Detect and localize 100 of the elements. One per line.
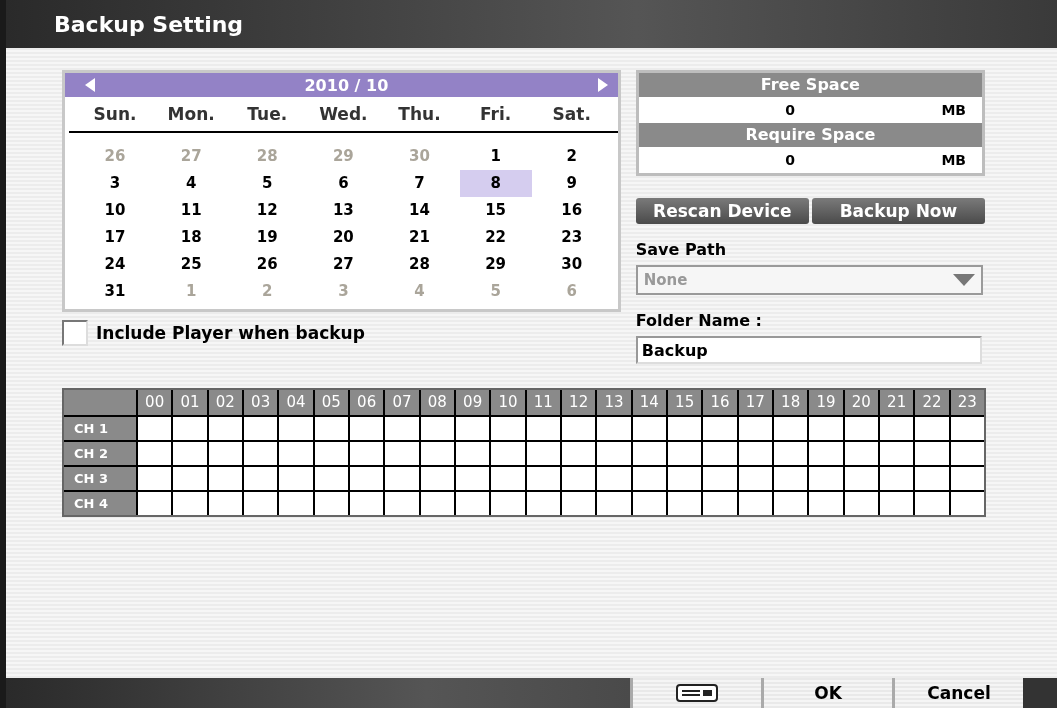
schedule-cell[interactable] xyxy=(208,467,242,490)
schedule-cell[interactable] xyxy=(526,467,560,490)
schedule-cell[interactable] xyxy=(314,417,348,440)
schedule-cell[interactable] xyxy=(420,492,454,515)
footer-button[interactable]: OK xyxy=(761,678,892,708)
schedule-cell[interactable] xyxy=(632,417,666,440)
previous-month-icon[interactable] xyxy=(85,78,95,92)
schedule-cell[interactable] xyxy=(668,442,702,465)
schedule-cell[interactable] xyxy=(809,417,843,440)
schedule-cell[interactable] xyxy=(385,492,419,515)
schedule-cell[interactable] xyxy=(279,467,313,490)
calendar-day[interactable]: 17 xyxy=(79,224,152,251)
schedule-cell[interactable] xyxy=(844,492,878,515)
schedule-cell[interactable] xyxy=(350,467,384,490)
calendar-day[interactable]: 5 xyxy=(231,170,304,197)
schedule-cell[interactable] xyxy=(244,492,278,515)
schedule-cell[interactable] xyxy=(844,442,878,465)
schedule-cell[interactable] xyxy=(208,492,242,515)
calendar-day[interactable]: 8 xyxy=(459,170,532,197)
schedule-cell[interactable] xyxy=(632,442,666,465)
schedule-cell[interactable] xyxy=(703,417,737,440)
schedule-cell[interactable] xyxy=(844,417,878,440)
schedule-cell[interactable] xyxy=(703,492,737,515)
schedule-cell[interactable] xyxy=(138,492,172,515)
schedule-cell[interactable] xyxy=(244,442,278,465)
schedule-cell[interactable] xyxy=(562,467,596,490)
calendar-day[interactable]: 31 xyxy=(79,278,152,305)
calendar-day[interactable]: 24 xyxy=(79,251,152,278)
schedule-cell[interactable] xyxy=(562,442,596,465)
schedule-cell[interactable] xyxy=(385,442,419,465)
calendar-day[interactable]: 30 xyxy=(535,251,608,278)
schedule-cell[interactable] xyxy=(809,442,843,465)
schedule-cell[interactable] xyxy=(774,417,808,440)
calendar-day[interactable]: 6 xyxy=(307,170,380,197)
schedule-cell[interactable] xyxy=(915,442,949,465)
schedule-cell[interactable] xyxy=(491,442,525,465)
schedule-cell[interactable] xyxy=(668,492,702,515)
schedule-cell[interactable] xyxy=(774,467,808,490)
schedule-cell[interactable] xyxy=(880,492,914,515)
schedule-cell[interactable] xyxy=(385,467,419,490)
next-month-icon[interactable] xyxy=(597,78,608,92)
calendar-day[interactable]: 11 xyxy=(155,197,228,224)
schedule-cell[interactable] xyxy=(491,467,525,490)
calendar-day[interactable]: 16 xyxy=(535,197,608,224)
schedule-cell[interactable] xyxy=(597,467,631,490)
schedule-cell[interactable] xyxy=(915,467,949,490)
calendar-day[interactable]: 23 xyxy=(535,224,608,251)
schedule-cell[interactable] xyxy=(456,467,490,490)
schedule-cell[interactable] xyxy=(385,417,419,440)
schedule-cell[interactable] xyxy=(138,442,172,465)
schedule-cell[interactable] xyxy=(950,467,984,490)
calendar-day[interactable]: 25 xyxy=(155,251,228,278)
schedule-cell[interactable] xyxy=(279,442,313,465)
schedule-cell[interactable] xyxy=(774,442,808,465)
schedule-cell[interactable] xyxy=(880,467,914,490)
calendar-day[interactable]: 19 xyxy=(231,224,304,251)
checkbox[interactable] xyxy=(62,320,88,346)
schedule-cell[interactable] xyxy=(562,492,596,515)
schedule-cell[interactable] xyxy=(491,417,525,440)
schedule-cell[interactable] xyxy=(703,442,737,465)
schedule-cell[interactable] xyxy=(809,467,843,490)
schedule-cell[interactable] xyxy=(562,417,596,440)
schedule-cell[interactable] xyxy=(738,467,772,490)
schedule-cell[interactable] xyxy=(950,492,984,515)
calendar-day[interactable]: 9 xyxy=(535,170,608,197)
schedule-cell[interactable] xyxy=(456,442,490,465)
calendar-day[interactable]: 15 xyxy=(459,197,532,224)
calendar-day[interactable]: 28 xyxy=(383,251,456,278)
calendar-day[interactable]: 13 xyxy=(307,197,380,224)
calendar-day[interactable]: 12 xyxy=(231,197,304,224)
schedule-cell[interactable] xyxy=(208,442,242,465)
schedule-cell[interactable] xyxy=(208,417,242,440)
schedule-cell[interactable] xyxy=(597,417,631,440)
calendar-day[interactable]: 4 xyxy=(155,170,228,197)
calendar-day[interactable]: 1 xyxy=(459,143,532,170)
schedule-cell[interactable] xyxy=(738,442,772,465)
schedule-cell[interactable] xyxy=(244,467,278,490)
calendar-day[interactable]: 18 xyxy=(155,224,228,251)
schedule-cell[interactable] xyxy=(173,417,207,440)
schedule-cell[interactable] xyxy=(420,467,454,490)
schedule-cell[interactable] xyxy=(915,417,949,440)
keyboard-button[interactable] xyxy=(630,678,761,708)
calendar-day[interactable]: 2 xyxy=(535,143,608,170)
action-button[interactable]: Rescan Device xyxy=(635,198,809,224)
schedule-cell[interactable] xyxy=(173,492,207,515)
calendar-day[interactable]: 3 xyxy=(79,170,152,197)
schedule-cell[interactable] xyxy=(915,492,949,515)
calendar-day[interactable]: 26 xyxy=(231,251,304,278)
schedule-cell[interactable] xyxy=(350,417,384,440)
schedule-cell[interactable] xyxy=(314,442,348,465)
schedule-cell[interactable] xyxy=(703,467,737,490)
schedule-cell[interactable] xyxy=(880,442,914,465)
schedule-cell[interactable] xyxy=(738,492,772,515)
schedule-cell[interactable] xyxy=(950,442,984,465)
schedule-cell[interactable] xyxy=(350,442,384,465)
schedule-cell[interactable] xyxy=(279,417,313,440)
action-button[interactable]: Backup Now xyxy=(811,198,985,224)
schedule-cell[interactable] xyxy=(456,492,490,515)
schedule-cell[interactable] xyxy=(173,442,207,465)
schedule-cell[interactable] xyxy=(632,492,666,515)
